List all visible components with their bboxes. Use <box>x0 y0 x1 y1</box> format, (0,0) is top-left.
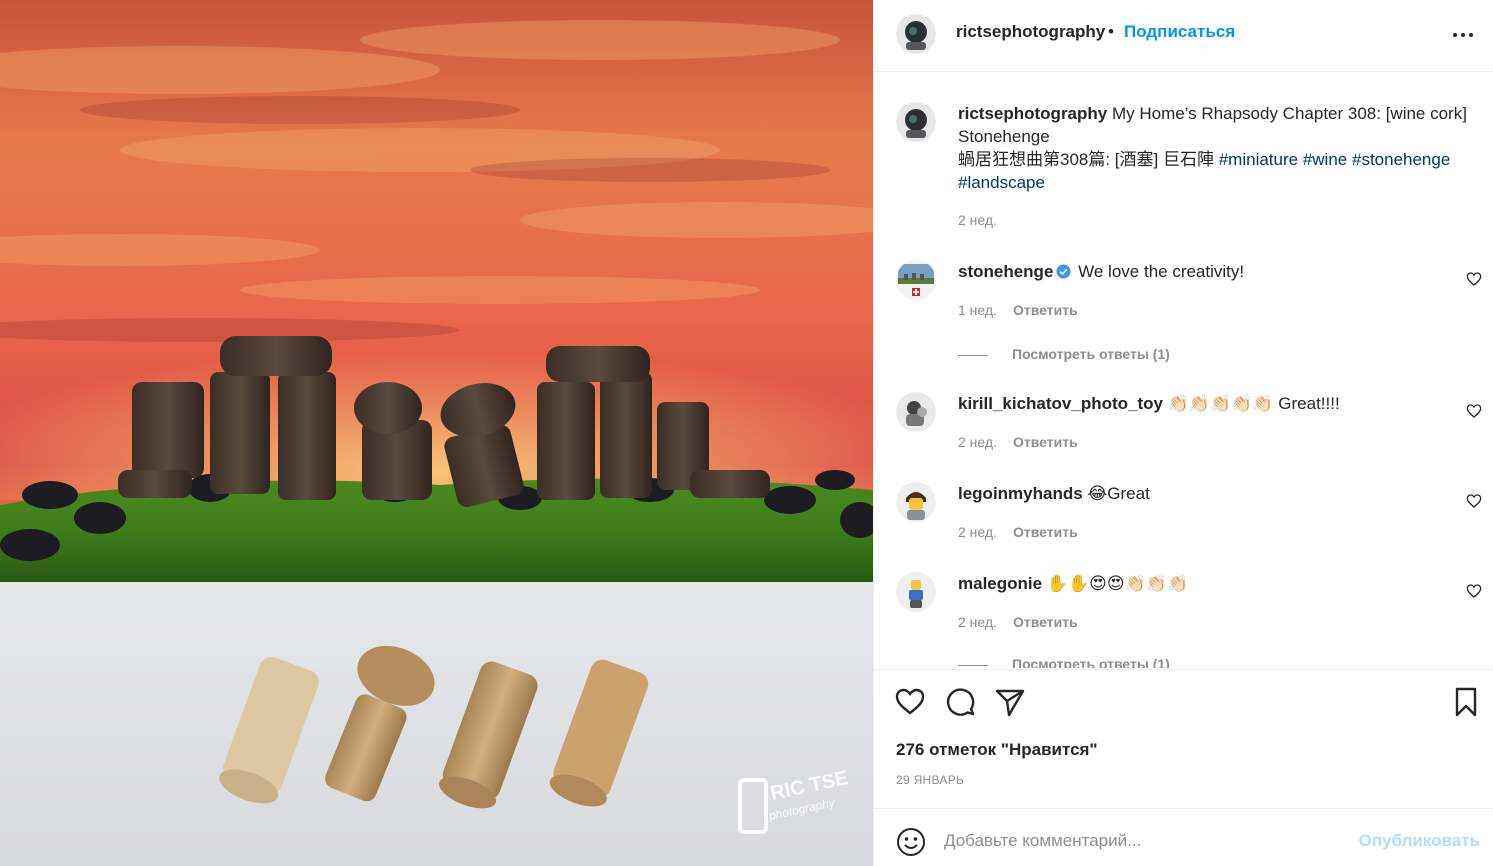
commenter-avatar[interactable] <box>896 572 936 612</box>
publish-button[interactable]: Опубликовать <box>1359 831 1480 851</box>
view-replies-button[interactable]: Посмотреть ответы (1) <box>958 656 1170 668</box>
view-replies-button[interactable]: Посмотреть ответы (1) <box>958 346 1170 362</box>
hashtag-link[interactable]: #landscape <box>958 173 1045 192</box>
add-comment-bar: Опубликовать <box>874 808 1493 866</box>
comment-body: 😂Great <box>1087 484 1150 503</box>
comment-like-heart-icon[interactable] <box>1466 271 1482 287</box>
view-replies-label: Посмотреть ответы (1) <box>1012 346 1170 362</box>
comment-username[interactable]: kirill_kichatov_photo_toy <box>958 394 1163 413</box>
hashtag-link[interactable]: #wine <box>1303 150 1347 169</box>
heart-icon[interactable] <box>894 686 926 718</box>
comment-time[interactable]: 1 нед. <box>958 302 997 318</box>
hashtag-link[interactable]: #miniature <box>1219 150 1298 169</box>
caption-text: rictsephotography My Home’s Rhapsody Cha… <box>958 102 1478 194</box>
post-header: rictsephotography • Подписаться <box>874 0 1493 72</box>
caption-time[interactable]: 2 нед. <box>958 212 997 228</box>
reply-button[interactable]: Ответить <box>1013 524 1078 540</box>
comment-time[interactable]: 2 нед. <box>958 434 997 450</box>
verified-badge-icon <box>1056 264 1071 279</box>
view-replies-label: Посмотреть ответы (1) <box>1012 656 1170 668</box>
comment-text: malegonie ✋✋😍😍👏🏻👏🏻👏🏻 <box>958 572 1438 595</box>
comment-like-heart-icon[interactable] <box>1466 403 1482 419</box>
commenter-avatar[interactable] <box>896 392 936 432</box>
comment-text: stonehenge We love the creativity! <box>958 260 1438 283</box>
post-actions: 276 отметок "Нравится" 29 ЯНВАРЬ <box>874 669 1493 809</box>
follow-button[interactable]: Подписаться <box>1124 22 1235 42</box>
comment-username[interactable]: malegonie <box>958 574 1042 593</box>
comment-body: 👏🏻👏🏻👏🏻👏🏻👏🏻 Great!!!! <box>1167 394 1340 413</box>
author-username[interactable]: rictsephotography <box>956 22 1105 42</box>
comment-body: We love the creativity! <box>1078 262 1245 281</box>
likes-count[interactable]: 276 отметок "Нравится" <box>896 740 1098 760</box>
comment-text: kirill_kichatov_photo_toy 👏🏻👏🏻👏🏻👏🏻👏🏻 Gre… <box>958 392 1438 415</box>
commenter-avatar[interactable] <box>896 260 936 300</box>
comments-list[interactable]: rictsephotography My Home’s Rhapsody Cha… <box>874 72 1493 668</box>
commenter-avatar[interactable] <box>896 482 936 522</box>
replies-divider <box>958 354 988 356</box>
comment-username[interactable]: stonehenge <box>958 262 1053 281</box>
post-photo-svg: RIC TSE photography <box>0 0 873 866</box>
separator-dot: • <box>1108 22 1114 41</box>
replies-divider <box>958 664 988 666</box>
more-horizontal-icon[interactable] <box>1452 24 1474 46</box>
comment-body: ✋✋😍😍👏🏻👏🏻👏🏻 <box>1046 574 1189 593</box>
comment-icon[interactable] <box>944 686 976 718</box>
reply-button[interactable]: Ответить <box>1013 302 1078 318</box>
comment-text: legoinmyhands 😂Great <box>958 482 1438 505</box>
post-date[interactable]: 29 ЯНВАРЬ <box>896 773 964 787</box>
comment-input[interactable] <box>944 825 1344 857</box>
comment-like-heart-icon[interactable] <box>1466 493 1482 509</box>
comment-time[interactable]: 2 нед. <box>958 614 997 630</box>
caption-username[interactable]: rictsephotography <box>958 104 1107 123</box>
comment-like-heart-icon[interactable] <box>1466 583 1482 599</box>
reply-button[interactable]: Ответить <box>1013 614 1078 630</box>
comment-username[interactable]: legoinmyhands <box>958 484 1083 503</box>
caption-avatar[interactable] <box>896 102 936 142</box>
hashtag-link[interactable]: #stonehenge <box>1352 150 1450 169</box>
caption-line-2: 蝸居狂想曲第308篇: [酒塞] 巨石陣 <box>958 150 1214 169</box>
emoji-icon[interactable] <box>896 827 926 857</box>
bookmark-icon[interactable] <box>1450 686 1482 718</box>
comment-time[interactable]: 2 нед. <box>958 524 997 540</box>
send-icon[interactable] <box>994 686 1026 718</box>
author-avatar[interactable] <box>896 14 936 54</box>
reply-button[interactable]: Ответить <box>1013 434 1078 450</box>
post-sidebar: rictsephotography • Подписаться rictseph… <box>873 0 1493 866</box>
post-image[interactable]: RIC TSE photography <box>0 0 873 866</box>
